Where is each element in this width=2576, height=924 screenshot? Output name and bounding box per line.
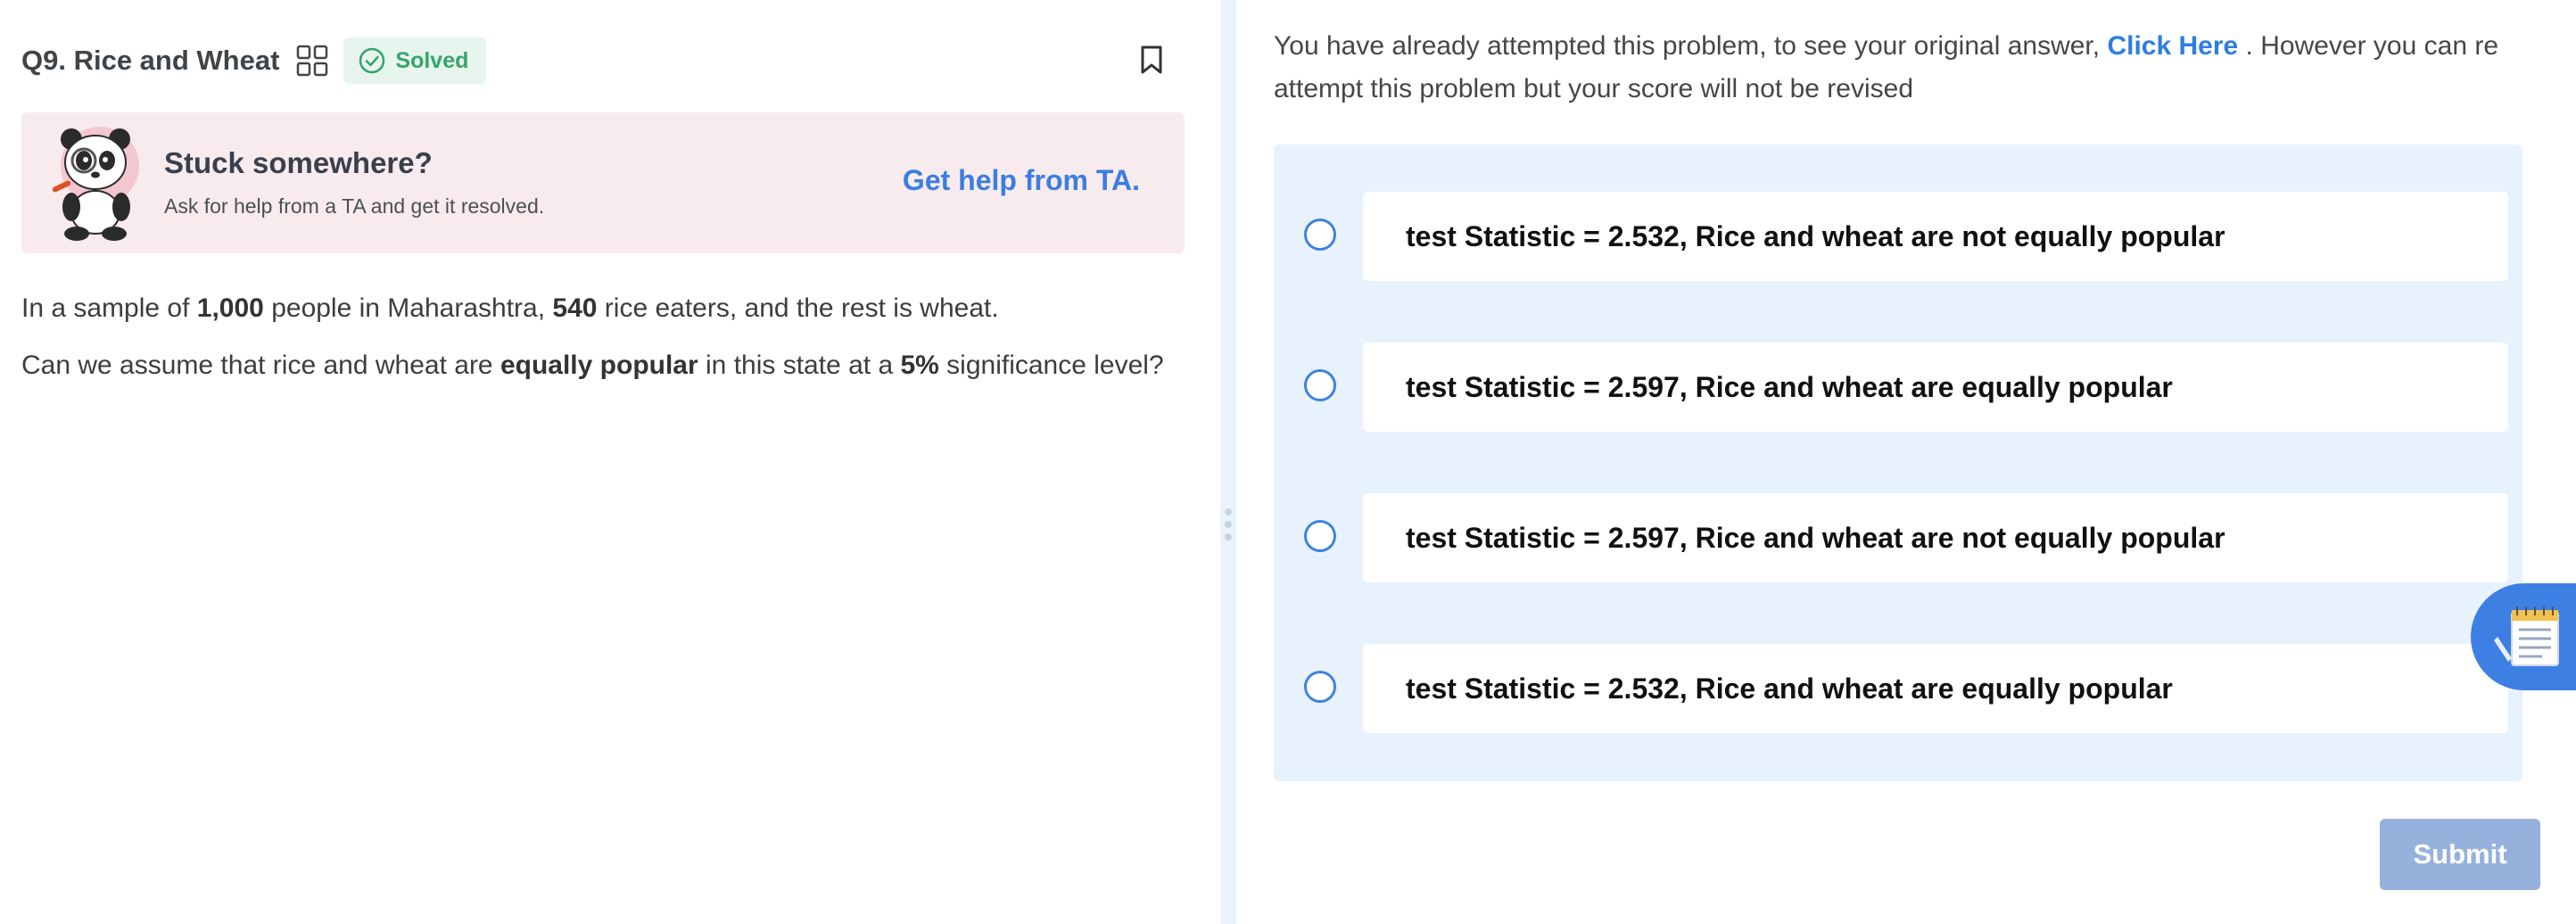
problem-line-2: Can we assume that rice and wheat are eq… <box>21 344 1164 387</box>
problem-line-2-segment: in this state at a <box>698 351 901 380</box>
help-subtitle: Ask for help from a TA and get it resolv… <box>164 194 545 218</box>
problem-line-2-segment: significance level? <box>938 351 1164 380</box>
submit-button[interactable]: Submit <box>2380 819 2540 890</box>
problem-line-1: In a sample of 1,000 people in Maharasht… <box>21 287 1164 330</box>
option-1-radio[interactable] <box>1304 219 1336 251</box>
problem-line-1-segment: 1,000 <box>196 293 264 323</box>
notice-text-before: You have already attempted this problem,… <box>1274 31 2101 61</box>
option-2-label: test Statistic = 2.597, Rice and wheat a… <box>1406 370 2173 403</box>
question-header: Q9. Rice and Wheat Solved <box>21 36 487 86</box>
status-badge: Solved <box>343 37 487 84</box>
resizer-dot <box>1225 521 1232 528</box>
panda-mascot <box>52 127 139 241</box>
check-circle-icon <box>359 47 385 74</box>
option-3[interactable]: test Statistic = 2.597, Rice and wheat a… <box>1363 493 2508 582</box>
resizer-dot <box>1225 533 1232 540</box>
help-card: Stuck somewhere? Ask for help from a TA … <box>21 112 1185 253</box>
option-3-label: test Statistic = 2.597, Rice and wheat a… <box>1406 521 2225 554</box>
problem-line-2-segment: equally popular <box>500 351 698 380</box>
option-2-radio[interactable] <box>1304 369 1336 401</box>
pane-resizer[interactable] <box>1220 0 1236 924</box>
problem-line-1-segment: rice eaters, and the rest is wheat. <box>597 293 999 323</box>
status-label: Solved <box>395 47 469 73</box>
original-answer-link[interactable]: Click Here <box>2107 31 2238 61</box>
help-title: Stuck somewhere? <box>164 146 433 179</box>
option-1[interactable]: test Statistic = 2.532, Rice and wheat a… <box>1363 192 2508 281</box>
option-4-label: test Statistic = 2.532, Rice and wheat a… <box>1406 672 2173 705</box>
problem-line-2-segment: 5% <box>900 351 939 380</box>
bookmark-icon[interactable] <box>1138 45 1165 75</box>
option-4[interactable]: test Statistic = 2.532, Rice and wheat a… <box>1363 644 2508 733</box>
answer-pane: You have already attempted this problem,… <box>1236 0 2576 924</box>
option-3-radio[interactable] <box>1304 520 1336 552</box>
problem-line-1-segment: people in Maharashtra, <box>263 293 553 323</box>
attempt-notice: You have already attempted this problem,… <box>1274 25 2540 111</box>
option-1-label: test Statistic = 2.532, Rice and wheat a… <box>1406 219 2225 252</box>
question-title: Q9. Rice and Wheat <box>21 45 280 76</box>
option-4-radio[interactable] <box>1304 671 1336 703</box>
problem-statement: In a sample of 1,000 people in Maharasht… <box>21 287 1164 401</box>
grid-icon[interactable] <box>295 44 329 78</box>
notepad-icon <box>2494 606 2559 666</box>
get-help-link[interactable]: Get help from TA. <box>903 164 1140 197</box>
options-panel: test Statistic = 2.532, Rice and wheat a… <box>1274 144 2522 781</box>
problem-line-1-segment: 540 <box>552 293 598 323</box>
notes-button[interactable] <box>2471 583 2576 690</box>
resizer-dot <box>1225 508 1232 516</box>
option-2[interactable]: test Statistic = 2.597, Rice and wheat a… <box>1363 342 2508 432</box>
problem-line-2-segment: Can we assume that rice and wheat are <box>21 351 500 380</box>
problem-line-1-segment: In a sample of <box>21 293 197 323</box>
question-pane: Q9. Rice and Wheat Solved Stuck somewher… <box>0 0 1220 924</box>
